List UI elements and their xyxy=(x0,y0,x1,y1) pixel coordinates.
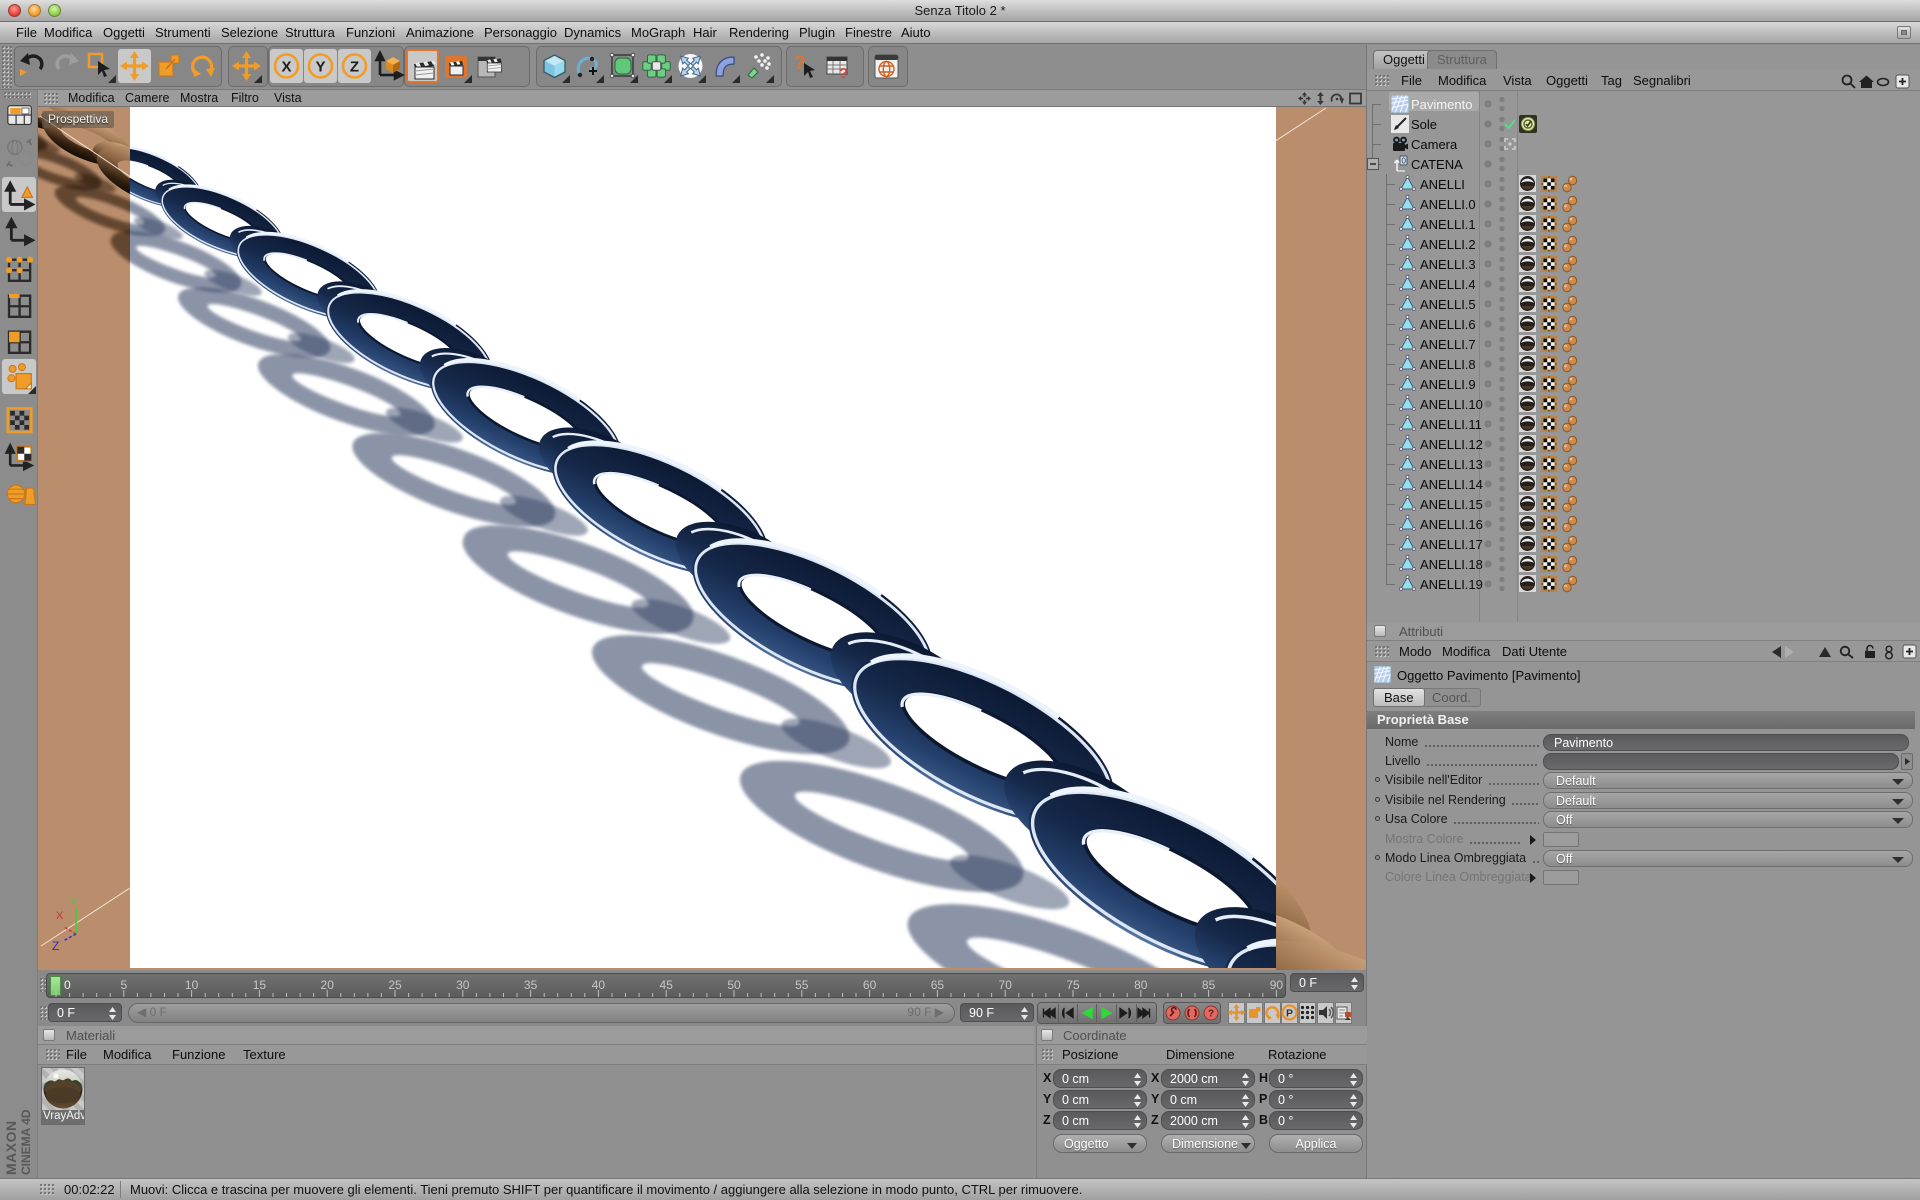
svg-text:35: 35 xyxy=(524,978,538,992)
svg-text:Y: Y xyxy=(315,59,325,76)
svg-text:Y: Y xyxy=(70,897,78,909)
svg-text:10: 10 xyxy=(185,978,199,992)
svg-text:25: 25 xyxy=(388,978,402,992)
svg-text:45: 45 xyxy=(660,978,674,992)
svg-text:P: P xyxy=(1286,1008,1293,1020)
svg-text:85: 85 xyxy=(1202,978,1216,992)
svg-text:15: 15 xyxy=(253,978,267,992)
svg-text:Z: Z xyxy=(52,939,59,953)
svg-text:X: X xyxy=(56,910,64,922)
svg-text:55: 55 xyxy=(795,978,809,992)
svg-text:0: 0 xyxy=(64,978,71,992)
svg-text:80: 80 xyxy=(1134,978,1148,992)
svg-text:Z: Z xyxy=(350,59,359,76)
svg-text:90: 90 xyxy=(1270,978,1284,992)
svg-text:65: 65 xyxy=(931,978,945,992)
svg-text:5: 5 xyxy=(120,978,127,992)
svg-text:50: 50 xyxy=(727,978,741,992)
svg-text:30: 30 xyxy=(456,978,470,992)
svg-text:20: 20 xyxy=(321,978,335,992)
svg-text:?: ? xyxy=(794,53,806,74)
svg-text:0: 0 xyxy=(1402,157,1407,166)
svg-text:X: X xyxy=(281,59,291,76)
svg-text:75: 75 xyxy=(1066,978,1080,992)
svg-text:60: 60 xyxy=(863,978,877,992)
svg-text:?: ? xyxy=(839,65,848,82)
svg-text:70: 70 xyxy=(999,978,1013,992)
svg-text:40: 40 xyxy=(592,978,606,992)
svg-text:?: ? xyxy=(1208,1009,1214,1020)
